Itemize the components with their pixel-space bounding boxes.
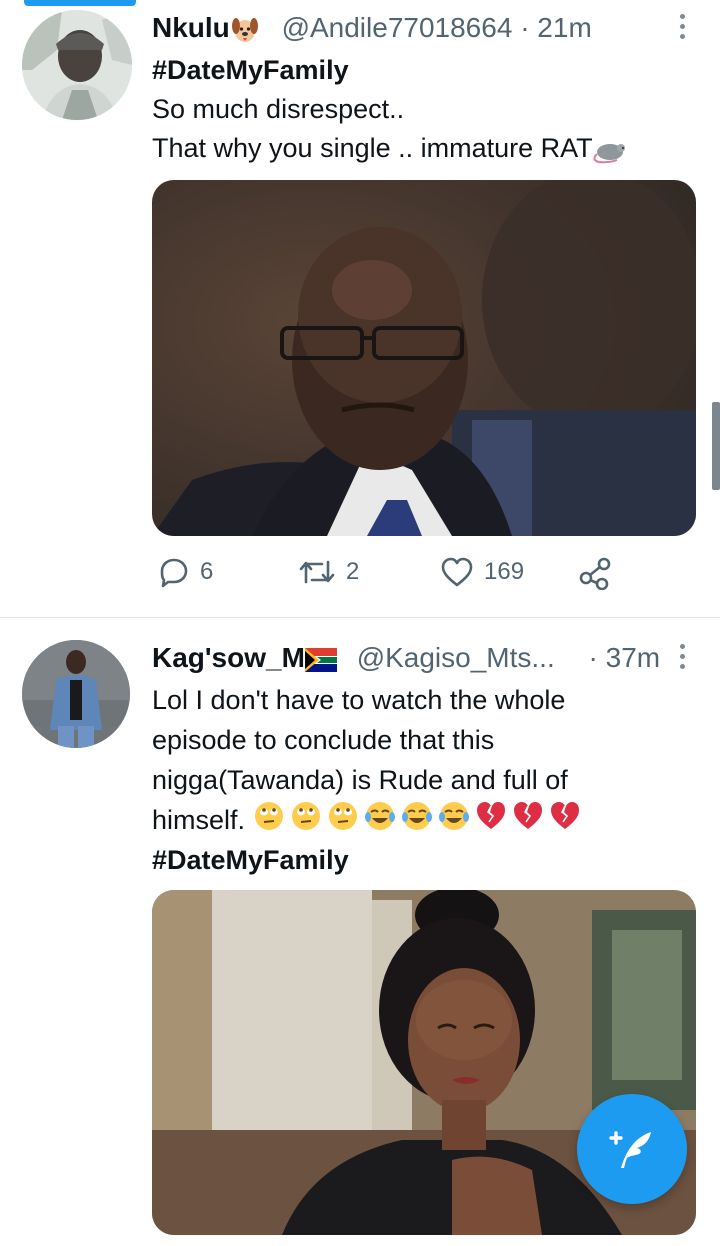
separator: · [520, 12, 530, 43]
tweet-header: Kag'sow_M @Kagiso_Mts... · 37m [152, 640, 660, 676]
tears-of-joy-emoji-icon [401, 802, 432, 831]
like-count: 169 [484, 558, 525, 585]
scrollbar-thumb[interactable] [712, 402, 720, 490]
avatar-image [22, 10, 132, 120]
retweet-button[interactable]: 2 [298, 556, 359, 588]
reply-button[interactable]: 6 [158, 556, 213, 588]
separator: · [588, 642, 598, 673]
tweet-media-image[interactable] [152, 180, 696, 536]
heart-icon [441, 557, 473, 587]
rolling-eyes-emoji-icon [291, 802, 320, 831]
tweet-text-line: nigga(Tawanda) is Rude and full of [152, 765, 568, 795]
tweet-text-line-with-emoji: That why you single .. immature RAT [152, 128, 629, 168]
display-name[interactable]: Kag'sow_M [152, 642, 305, 673]
tweet-text-line-with-emoji: himself. [152, 800, 589, 843]
broken-heart-emoji-icon [476, 802, 505, 830]
broken-heart-emoji-icon [513, 802, 542, 830]
handle[interactable]: @Kagiso_Mts... [357, 642, 555, 673]
reply-icon [160, 558, 188, 588]
like-button[interactable]: 169 [440, 556, 524, 588]
broken-heart-emoji-icon [550, 802, 579, 830]
rolling-eyes-emoji-icon [254, 802, 283, 831]
tweet-actions: 6 2 169 [158, 556, 628, 596]
photo-image [152, 180, 696, 536]
more-options-icon[interactable] [678, 644, 686, 669]
timestamp[interactable]: 37m [606, 642, 660, 673]
tweet-text-line: episode to conclude that this [152, 725, 495, 755]
tweet-text-line: Lol I don't have to watch the whole [152, 685, 566, 715]
compose-tweet-button[interactable] [577, 1094, 687, 1204]
retweet-icon [299, 560, 335, 584]
dog-face-emoji-icon [231, 17, 258, 42]
tears-of-joy-emoji-icon [438, 802, 469, 831]
tweet-header: Nkulu @Andile77018664 · 21m [152, 10, 592, 46]
tweet-text-line: So much disrespect.. [152, 94, 405, 124]
timestamp[interactable]: 21m [537, 12, 591, 43]
rat-emoji-icon [593, 143, 625, 164]
reply-count: 6 [200, 558, 214, 585]
avatar[interactable] [22, 10, 132, 120]
hashtag-link[interactable]: #DateMyFamily [152, 840, 349, 880]
emoji-row-icons [254, 802, 579, 831]
emoji-sequence [253, 800, 589, 843]
tweet-text-line: himself. [152, 805, 246, 835]
display-name[interactable]: Nkulu [152, 12, 230, 43]
hashtag-link[interactable]: #DateMyFamily [152, 50, 349, 90]
share-button[interactable] [578, 556, 612, 590]
tweet-card[interactable]: Nkulu @Andile77018664 · 21m #DateMyFamil… [0, 0, 720, 618]
tweet-text-line: That why you single .. immature RAT [152, 133, 593, 163]
avatar[interactable] [22, 640, 130, 748]
handle[interactable]: @Andile77018664 [282, 12, 513, 43]
avatar-image [22, 640, 130, 748]
south-africa-flag-icon [304, 647, 337, 672]
tears-of-joy-emoji-icon [364, 802, 395, 831]
rolling-eyes-emoji-icon [328, 802, 357, 831]
retweet-count: 2 [346, 558, 360, 585]
compose-tweet-icon [609, 1131, 651, 1168]
more-options-icon[interactable] [678, 14, 686, 39]
share-icon [579, 557, 611, 590]
